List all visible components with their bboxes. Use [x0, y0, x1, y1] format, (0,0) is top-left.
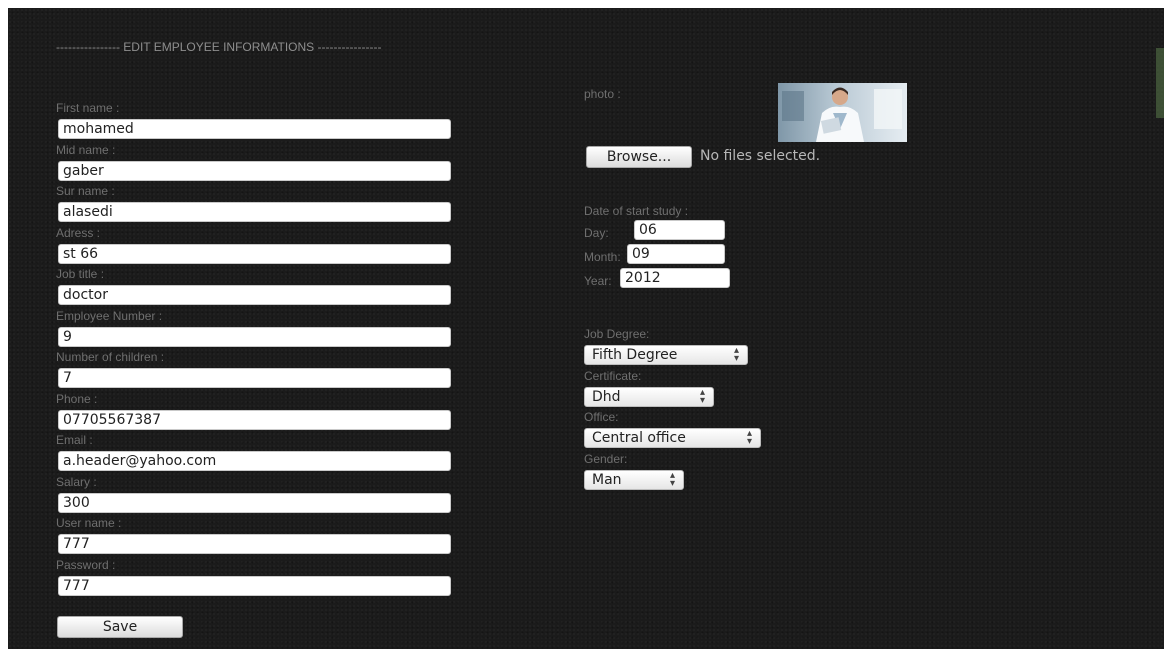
month-label: Month:: [584, 250, 621, 264]
job-degree-label: Job Degree:: [584, 327, 650, 341]
employee-number-input[interactable]: 9: [58, 327, 451, 347]
office-label: Office:: [584, 410, 619, 424]
form-title: ---------------- EDIT EMPLOYEE INFORMATI…: [56, 40, 382, 54]
certificate-select[interactable]: Dhd ▴ ▾: [584, 387, 714, 407]
first-name-label: First name :: [56, 101, 120, 115]
certificate-label: Certificate:: [584, 369, 642, 383]
select-arrows-icon: ▴ ▾: [746, 428, 752, 447]
mid-name-input[interactable]: gaber: [58, 161, 451, 181]
month-input[interactable]: 09: [627, 244, 725, 264]
year-label: Year:: [584, 274, 612, 288]
sur-name-label: Sur name :: [56, 184, 115, 198]
select-arrows-icon: ▴ ▾: [699, 387, 705, 406]
children-label: Number of children :: [56, 350, 165, 364]
user-name-label: User name :: [56, 516, 122, 530]
select-arrows-icon: ▴ ▾: [669, 470, 675, 489]
address-label: Adress :: [56, 226, 101, 240]
browse-button[interactable]: Browse...: [586, 146, 692, 168]
children-input[interactable]: 7: [58, 368, 451, 388]
employee-photo: [778, 83, 907, 142]
gender-value: Man: [592, 472, 622, 488]
email-label: Email :: [56, 433, 93, 447]
phone-label: Phone :: [56, 392, 98, 406]
salary-label: Salary :: [56, 475, 97, 489]
office-select[interactable]: Central office ▴ ▾: [584, 428, 761, 448]
no-file-text: No files selected.: [700, 148, 821, 164]
year-input[interactable]: 2012: [620, 268, 730, 288]
salary-input[interactable]: 300: [58, 493, 451, 513]
user-name-input[interactable]: 777: [58, 534, 451, 554]
sur-name-input[interactable]: alasedi: [58, 202, 451, 222]
select-arrows-icon: ▴ ▾: [733, 345, 739, 364]
window-edge-strip: [1156, 48, 1164, 118]
password-input[interactable]: 777: [58, 576, 451, 596]
job-title-input[interactable]: doctor: [58, 285, 451, 305]
photo-label: photo :: [584, 87, 621, 101]
address-input[interactable]: st 66: [58, 244, 451, 264]
mid-name-label: Mid name :: [56, 143, 116, 157]
password-label: Password :: [56, 558, 116, 572]
form-panel: ---------------- EDIT EMPLOYEE INFORMATI…: [8, 8, 1164, 649]
job-degree-select[interactable]: Fifth Degree ▴ ▾: [584, 345, 748, 365]
certificate-value: Dhd: [592, 389, 621, 405]
gender-select[interactable]: Man ▴ ▾: [584, 470, 684, 490]
job-title-label: Job title :: [56, 267, 105, 281]
save-button[interactable]: Save: [57, 616, 183, 638]
gender-label: Gender:: [584, 452, 628, 466]
phone-input[interactable]: 07705567387: [58, 410, 451, 430]
day-input[interactable]: 06: [634, 220, 725, 240]
day-label: Day:: [584, 226, 609, 240]
doctor-photo-image: [778, 83, 907, 142]
office-value: Central office: [592, 430, 686, 446]
email-input[interactable]: a.header@yahoo.com: [58, 451, 451, 471]
employee-number-label: Employee Number :: [56, 309, 163, 323]
job-degree-value: Fifth Degree: [592, 347, 678, 363]
start-study-label: Date of start study :: [584, 204, 689, 218]
first-name-input[interactable]: mohamed: [58, 119, 451, 139]
